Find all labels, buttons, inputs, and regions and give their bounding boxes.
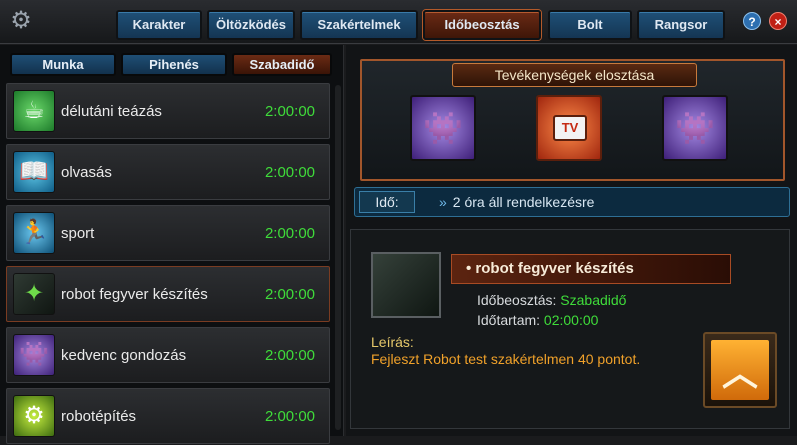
robot-weapon-icon: ✦ — [13, 273, 55, 315]
close-icon[interactable]: × — [769, 12, 787, 30]
activity-list-panel: Munka Pihenés Szabadidő ☕ délutáni teázá… — [0, 45, 344, 444]
activity-time: 2:00:00 — [264, 347, 315, 364]
list-item-selected[interactable]: ✦ robot fegyver készítés 2:00:00 — [6, 266, 330, 322]
time-available-bar: Idő: » 2 óra áll rendelkezésre — [354, 187, 790, 217]
tab-bolt[interactable]: Bolt — [548, 10, 632, 40]
robot-weapon-icon — [371, 252, 441, 318]
upgrade-button[interactable]: ︿ — [703, 332, 777, 408]
pet-icon: 👾 — [13, 334, 55, 376]
tv-icon[interactable]: TV — [536, 95, 602, 161]
pet-icon[interactable]: 👾 — [662, 95, 728, 161]
activity-name: kedvenc gondozás — [61, 347, 187, 364]
distribution-title: Tevékenységek elosztása — [452, 63, 697, 87]
tab-szakertelmek[interactable]: Szakértelmek — [300, 10, 418, 40]
description-label: Leírás: — [371, 334, 414, 350]
tab-idobeosztas[interactable]: Időbeosztás — [423, 10, 541, 40]
time-available-value: 2 óra áll rendelkezésre — [452, 194, 595, 210]
activity-name: olvasás — [61, 164, 112, 181]
list-item[interactable]: 🏃 sport 2:00:00 — [6, 205, 330, 261]
tab-karakter[interactable]: Karakter — [116, 10, 202, 40]
time-available-text: » 2 óra áll rendelkezésre — [439, 188, 594, 216]
list-item[interactable]: 👾 kedvenc gondozás 2:00:00 — [6, 327, 330, 383]
double-chevron-icon: » — [439, 194, 447, 210]
activity-time: 2:00:00 — [264, 164, 315, 181]
activity-time: 2:00:00 — [264, 225, 315, 242]
schedule-value: Szabadidő — [560, 292, 627, 308]
tab-oltozkodes[interactable]: Öltözködés — [207, 10, 295, 40]
book-icon: 📖 — [13, 151, 55, 193]
robot-build-icon: ⚙ — [13, 395, 55, 437]
activity-distribution: Tevékenységek elosztása 👾 TV 👾 — [360, 59, 785, 181]
duration-label: Időtartam: — [477, 312, 541, 328]
help-icon[interactable]: ? — [743, 12, 761, 30]
subtab-munka[interactable]: Munka — [10, 53, 116, 76]
activity-name: robotépítés — [61, 408, 137, 425]
subtab-pihenes[interactable]: Pihenés — [121, 53, 227, 76]
chevron-up-icon: ︿ — [711, 340, 769, 400]
duration-value: 02:00:00 — [543, 312, 599, 328]
subtab-szabadido[interactable]: Szabadidő — [232, 53, 332, 76]
tv-label: TV — [553, 115, 587, 141]
activity-name: sport — [61, 225, 95, 242]
activity-time: 2:00:00 — [264, 408, 315, 425]
activity-name: robot fegyver készítés — [61, 286, 208, 303]
detail-panel: Tevékenységek elosztása 👾 TV 👾 Idő: » 2 ó… — [346, 45, 797, 436]
activity-time: 2:00:00 — [264, 286, 315, 303]
pet-icon[interactable]: 👾 — [410, 95, 476, 161]
schedule-label: Időbeosztás: — [477, 292, 557, 308]
time-label: Idő: — [359, 191, 415, 213]
top-navigation-bar: ⚙ Karakter Öltözködés Szakértelmek Időbe… — [0, 0, 797, 44]
activity-detail: • robot fegyver készítés Időbeosztás: Sz… — [350, 229, 790, 429]
tab-rangsor[interactable]: Rangsor — [637, 10, 725, 40]
duration-row: Időtartam: 02:00:00 — [477, 312, 598, 328]
scrollbar[interactable] — [335, 85, 341, 430]
tea-cup-icon: ☕ — [13, 90, 55, 132]
schedule-row: Időbeosztás: Szabadidő — [477, 292, 626, 308]
runner-icon: 🏃 — [13, 212, 55, 254]
list-item[interactable]: 📖 olvasás 2:00:00 — [6, 144, 330, 200]
gear-icon[interactable]: ⚙ — [8, 8, 34, 34]
activity-time: 2:00:00 — [264, 103, 315, 120]
list-item[interactable]: ☕ délutáni teázás 2:00:00 — [6, 83, 330, 139]
description-text: Fejleszt Robot test szakértelmen 40 pont… — [371, 351, 641, 367]
activity-name: délutáni teázás — [61, 103, 162, 120]
detail-title: • robot fegyver készítés — [451, 254, 731, 284]
